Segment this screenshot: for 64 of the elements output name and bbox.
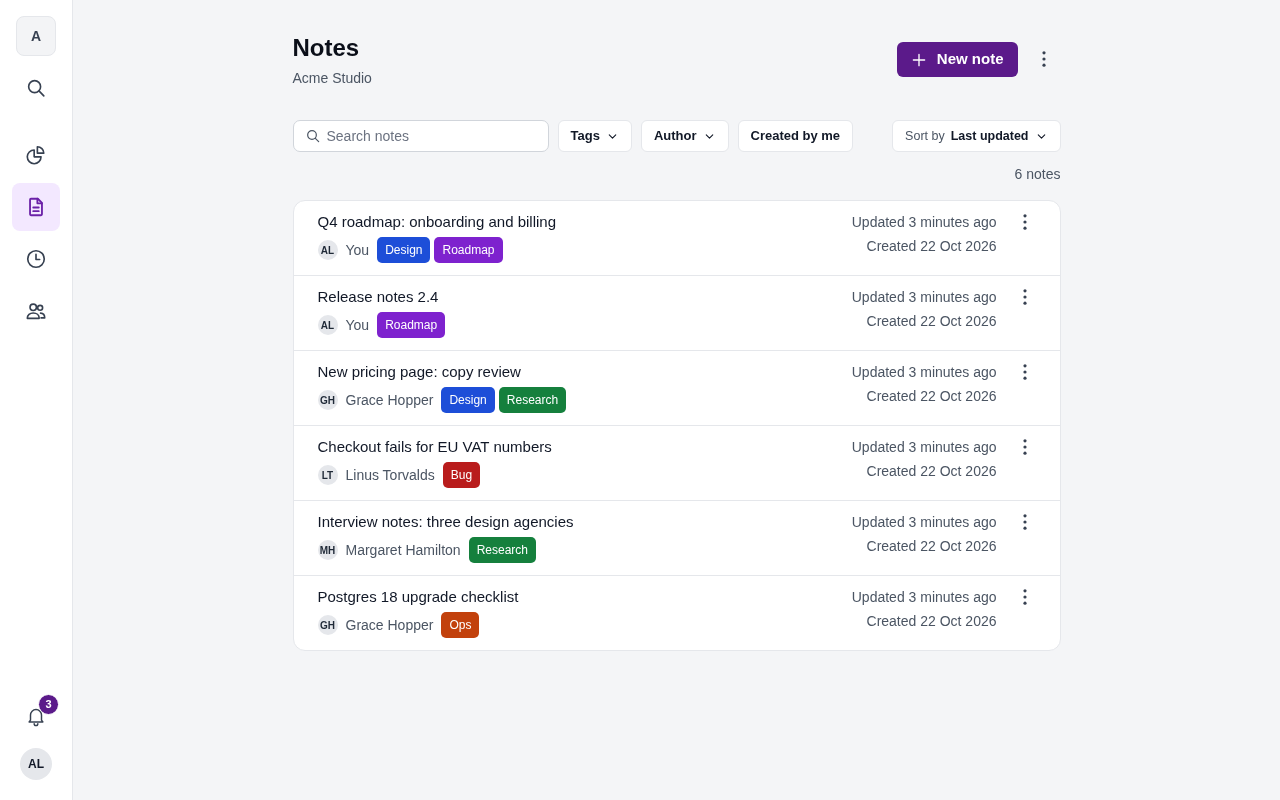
tag-label: Design — [441, 387, 495, 413]
author-name: Grace Hopper — [345, 390, 434, 410]
kebab-icon — [1041, 51, 1046, 67]
tag-label: Roadmap — [377, 312, 446, 338]
page-title: Notes — [292, 33, 360, 63]
tag-label: Bug — [442, 462, 481, 488]
tag-label: Research — [498, 387, 567, 413]
kebab-icon — [1022, 514, 1027, 530]
pie-chart-icon — [25, 144, 47, 166]
filter-dropdown[interactable]: Author — [640, 120, 729, 152]
created-date: Created 22 Oct 2026 — [866, 312, 997, 331]
created-date: Created 22 Oct 2026 — [866, 387, 997, 406]
author-name: Margaret Hamilton — [345, 540, 461, 560]
created-date: Created 22 Oct 2026 — [866, 537, 997, 556]
updated-time: Updated 3 minutes ago — [851, 288, 997, 307]
created-date: Created 22 Oct 2026 — [866, 612, 997, 631]
people-icon — [25, 300, 47, 322]
created-date: Created 22 Oct 2026 — [866, 462, 997, 481]
author-avatar: AL — [317, 315, 338, 335]
tag-label: Research — [468, 537, 536, 563]
note-title[interactable]: New pricing page: copy review — [317, 362, 521, 382]
author-name: Linus Torvalds — [345, 465, 435, 485]
workspace-button[interactable]: A — [16, 16, 56, 56]
new-note-button[interactable]: New note — [896, 42, 1018, 77]
workspace-name: Acme Studio — [292, 69, 372, 88]
updated-time: Updated 3 minutes ago — [851, 438, 997, 457]
author-avatar: AL — [317, 240, 338, 260]
author-name: You — [345, 315, 370, 335]
created-date: Created 22 Oct 2026 — [866, 237, 997, 256]
note-title[interactable]: Postgres 18 upgrade checklist — [317, 587, 519, 607]
updated-time: Updated 3 minutes ago — [851, 363, 997, 382]
filter-dropdown[interactable]: Tags — [557, 120, 632, 152]
notification-count: 3 — [38, 694, 59, 715]
kebab-icon — [1022, 214, 1027, 230]
user-avatar[interactable]: AL — [20, 748, 52, 780]
note-title[interactable]: Checkout fails for EU VAT numbers — [317, 437, 552, 457]
note-title[interactable]: Release notes 2.4 — [317, 287, 439, 307]
updated-time: Updated 3 minutes ago — [851, 513, 997, 532]
tag-label: Ops — [441, 612, 480, 638]
clock-icon — [25, 248, 47, 270]
kebab-icon — [1022, 439, 1027, 455]
author-avatar: GH — [317, 390, 338, 410]
tag-label: Roadmap — [434, 237, 503, 263]
note-title[interactable]: Q4 roadmap: onboarding and billing — [317, 212, 556, 232]
notifications-button[interactable]: 3 — [16, 696, 56, 736]
notes-count: 6 notes — [1014, 165, 1061, 184]
author-name: You — [345, 240, 370, 260]
sort-dropdown[interactable]: Sort by Last updated — [892, 120, 1061, 152]
nav-item[interactable] — [12, 183, 60, 231]
updated-time: Updated 3 minutes ago — [851, 588, 997, 607]
author-avatar: MH — [317, 540, 338, 560]
search-icon — [304, 128, 321, 144]
author-name: Grace Hopper — [345, 615, 434, 635]
note-title[interactable]: Interview notes: three design agencies — [317, 512, 574, 532]
author-avatar: GH — [317, 615, 338, 635]
search-field[interactable]: Search notes — [292, 120, 549, 152]
kebab-icon — [1022, 364, 1027, 380]
search-icon — [25, 77, 47, 99]
kebab-icon — [1022, 589, 1027, 605]
kebab-icon — [1022, 289, 1027, 305]
tag-label: Design — [377, 237, 431, 263]
updated-time: Updated 3 minutes ago — [851, 213, 997, 232]
author-avatar: LT — [317, 465, 338, 485]
filter-button[interactable]: Created by me — [737, 120, 854, 152]
